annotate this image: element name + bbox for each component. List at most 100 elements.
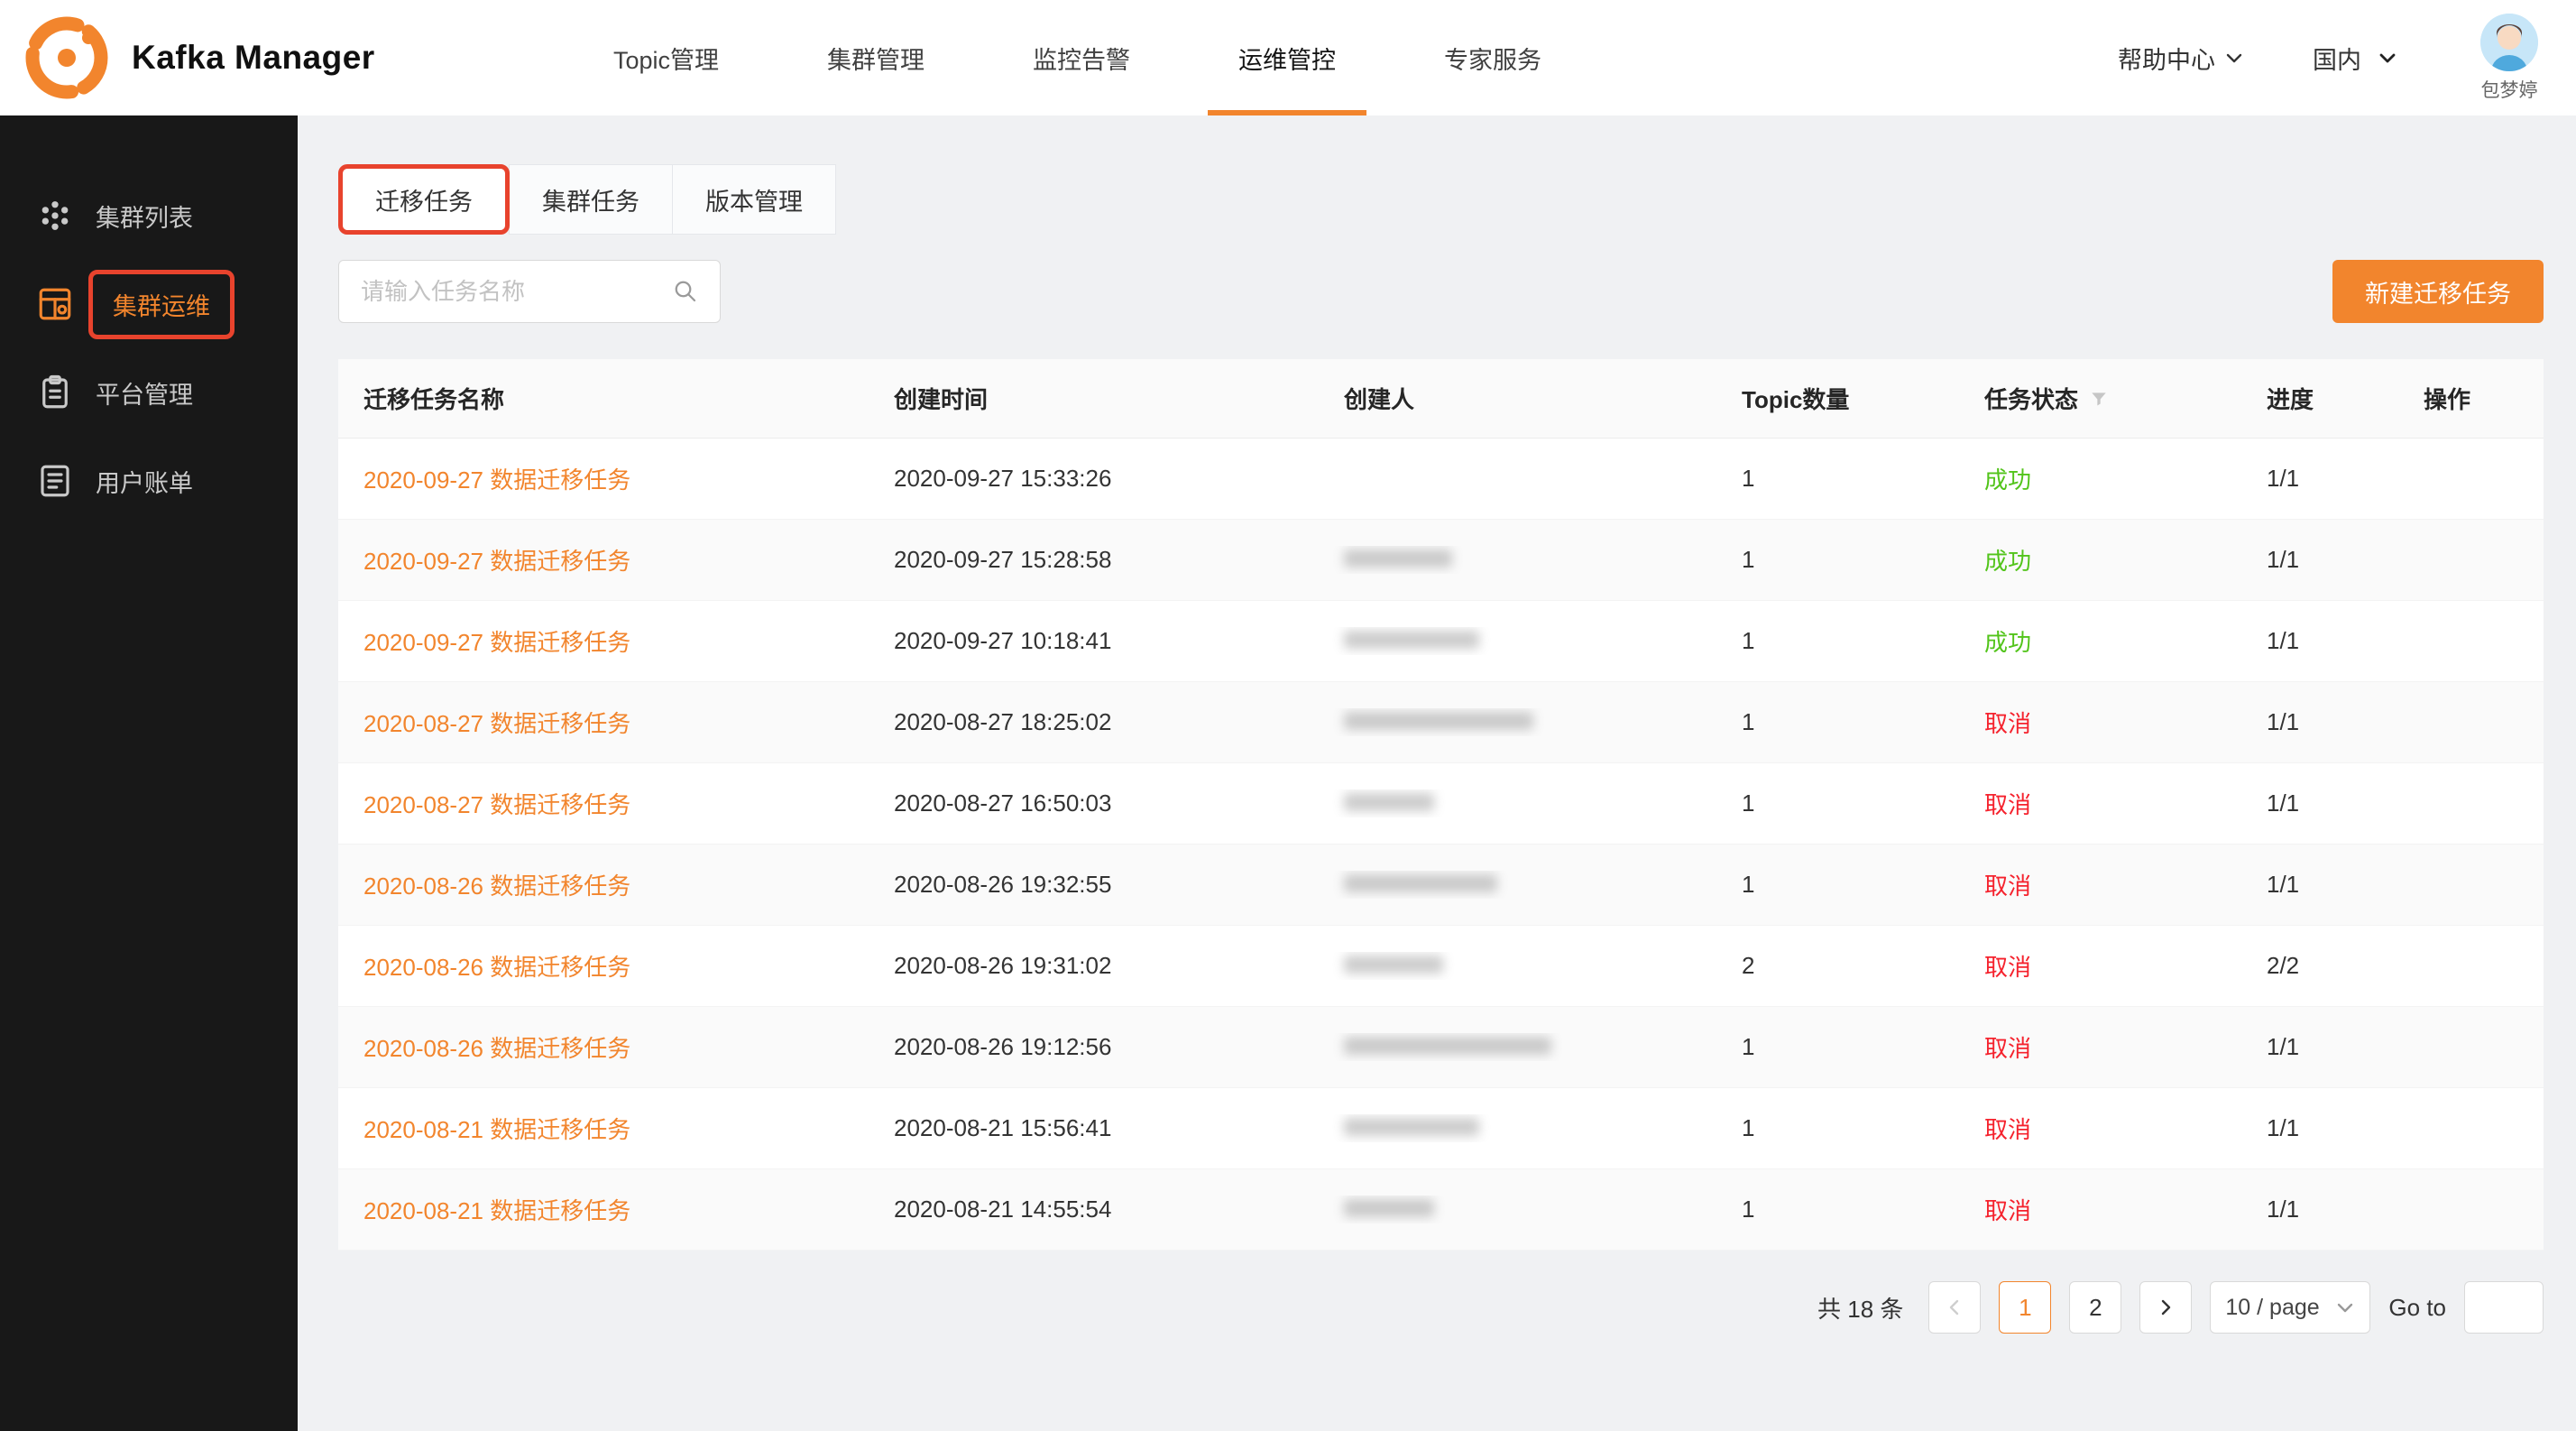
progress-cell: 1/1 [2241, 1196, 2398, 1223]
progress-cell: 2/2 [2241, 952, 2398, 980]
progress-cell: 1/1 [2241, 789, 2398, 817]
nav-monitoring-alerts[interactable]: 监控告警 [979, 0, 1184, 115]
creator-cell [1319, 1033, 1716, 1061]
created-time-cell: 2020-08-27 16:50:03 [869, 789, 1319, 817]
redacted-creator [1344, 1037, 1551, 1055]
table-row: 2020-08-26 数据迁移任务 2020-08-26 19:12:56 1 … [338, 1007, 2544, 1088]
task-name-link[interactable]: 2020-08-26 数据迁移任务 [363, 872, 630, 900]
nav-ops-control[interactable]: 运维管控 [1184, 0, 1390, 115]
region-selector[interactable]: 国内 [2313, 41, 2397, 76]
tab-bar: 迁移任务 集群任务 版本管理 [338, 164, 2544, 235]
task-name-cell: 2020-08-21 数据迁移任务 [338, 1193, 869, 1226]
creator-cell [1319, 627, 1716, 655]
tab-migration-tasks[interactable]: 迁移任务 [338, 164, 510, 235]
status-badge: 成功 [1984, 629, 2031, 656]
status-cell: 成功 [1959, 462, 2241, 495]
column-progress: 进度 [2241, 382, 2398, 415]
page-button-1[interactable]: 1 [1999, 1281, 2051, 1334]
filter-icon[interactable] [2089, 389, 2109, 409]
task-name-link[interactable]: 2020-08-27 数据迁移任务 [363, 791, 630, 818]
topic-count-cell: 1 [1716, 1033, 1959, 1061]
next-page-button[interactable] [2139, 1281, 2192, 1334]
user-menu[interactable]: 包梦婷 [2480, 14, 2538, 103]
status-badge: 成功 [1984, 548, 2031, 575]
region-label: 国内 [2313, 41, 2361, 76]
task-name-link[interactable]: 2020-09-27 数据迁移任务 [363, 548, 630, 575]
chevron-down-icon [2224, 48, 2244, 68]
created-time-cell: 2020-08-26 19:32:55 [869, 871, 1319, 899]
user-name: 包梦婷 [2481, 76, 2538, 103]
table-row: 2020-08-21 数据迁移任务 2020-08-21 15:56:41 1 … [338, 1088, 2544, 1169]
sidebar-item-platform-management[interactable]: 平台管理 [0, 348, 298, 437]
prev-page-button[interactable] [1928, 1281, 1981, 1334]
search-icon[interactable] [672, 278, 699, 305]
topic-count-cell: 1 [1716, 871, 1959, 899]
column-operations: 操作 [2398, 382, 2544, 415]
table-body: 2020-09-27 数据迁移任务 2020-09-27 15:33:26 1 … [338, 439, 2544, 1251]
sidebar: 集群列表 集群运维 平台管理 用户账单 [0, 115, 298, 1431]
task-name-link[interactable]: 2020-09-27 数据迁移任务 [363, 466, 630, 494]
tab-cluster-tasks[interactable]: 集群任务 [509, 164, 673, 235]
table-header-row: 迁移任务名称 创建时间 创建人 Topic数量 任务状态 进度 操作 [338, 359, 2544, 439]
progress-cell: 1/1 [2241, 627, 2398, 655]
task-name-link[interactable]: 2020-08-21 数据迁移任务 [363, 1197, 630, 1224]
column-creator: 创建人 [1319, 382, 1716, 415]
topic-count-cell: 1 [1716, 627, 1959, 655]
sidebar-item-user-billing[interactable]: 用户账单 [0, 437, 298, 525]
create-migration-task-button[interactable]: 新建迁移任务 [2332, 260, 2544, 323]
table-row: 2020-08-27 数据迁移任务 2020-08-27 18:25:02 1 … [338, 682, 2544, 763]
goto-label: Go to [2388, 1294, 2446, 1322]
toolbar: 新建迁移任务 [338, 260, 2544, 323]
nav-topic-management[interactable]: Topic管理 [559, 0, 773, 115]
task-name-link[interactable]: 2020-08-26 数据迁移任务 [363, 954, 630, 981]
status-cell: 取消 [1959, 787, 2241, 820]
nav-cluster-management[interactable]: 集群管理 [773, 0, 979, 115]
topic-count-cell: 1 [1716, 1114, 1959, 1142]
table-row: 2020-09-27 数据迁移任务 2020-09-27 15:33:26 1 … [338, 439, 2544, 520]
table-row: 2020-08-26 数据迁移任务 2020-08-26 19:31:02 2 … [338, 926, 2544, 1007]
table-row: 2020-08-21 数据迁移任务 2020-08-21 14:55:54 1 … [338, 1169, 2544, 1251]
column-task-status-label: 任务状态 [1984, 382, 2078, 415]
created-time-cell: 2020-09-27 10:18:41 [869, 627, 1319, 655]
goto-page-input[interactable] [2464, 1281, 2544, 1334]
status-badge: 取消 [1984, 1116, 2031, 1143]
top-right-area: 帮助中心 国内 包梦婷 [2118, 0, 2576, 115]
table-row: 2020-09-27 数据迁移任务 2020-09-27 15:28:58 1 … [338, 520, 2544, 601]
page-button-2[interactable]: 2 [2069, 1281, 2121, 1334]
created-time-cell: 2020-08-26 19:31:02 [869, 952, 1319, 980]
sidebar-item-cluster-list[interactable]: 集群列表 [0, 171, 298, 260]
search-box [338, 260, 721, 323]
table-row: 2020-08-26 数据迁移任务 2020-08-26 19:32:55 1 … [338, 845, 2544, 926]
page-size-select[interactable]: 10 / page [2210, 1281, 2370, 1334]
topic-count-cell: 1 [1716, 708, 1959, 736]
migration-task-table: 迁移任务名称 创建时间 创建人 Topic数量 任务状态 进度 操作 2020-… [338, 359, 2544, 1251]
help-center-menu[interactable]: 帮助中心 [2118, 41, 2244, 76]
redacted-creator [1344, 712, 1533, 730]
task-name-link[interactable]: 2020-08-26 数据迁移任务 [363, 1035, 630, 1062]
status-badge: 取消 [1984, 710, 2031, 737]
annotation-highlight-box: 集群运维 [88, 270, 235, 339]
app-logo-icon [25, 16, 108, 99]
table-row: 2020-08-27 数据迁移任务 2020-08-27 16:50:03 1 … [338, 763, 2544, 845]
task-name-link[interactable]: 2020-08-27 数据迁移任务 [363, 710, 630, 737]
task-name-cell: 2020-08-26 数据迁移任务 [338, 949, 869, 983]
top-navigation: Topic管理 集群管理 监控告警 运维管控 专家服务 [559, 0, 1596, 115]
billing-icon [36, 462, 74, 500]
ops-icon [36, 285, 74, 323]
progress-cell: 1/1 [2241, 871, 2398, 899]
total-count: 共 18 条 [1817, 1291, 1903, 1325]
topic-count-cell: 1 [1716, 465, 1959, 493]
creator-cell [1319, 1114, 1716, 1142]
status-badge: 取消 [1984, 1035, 2031, 1062]
status-badge: 成功 [1984, 466, 2031, 494]
search-input[interactable] [338, 260, 721, 323]
redacted-creator [1344, 1199, 1434, 1217]
tab-version-management[interactable]: 版本管理 [672, 164, 836, 235]
sidebar-item-cluster-ops[interactable]: 集群运维 [0, 260, 298, 348]
chevron-left-icon [1945, 1297, 1964, 1317]
task-name-link[interactable]: 2020-08-21 数据迁移任务 [363, 1116, 630, 1143]
nav-expert-service[interactable]: 专家服务 [1390, 0, 1596, 115]
task-name-link[interactable]: 2020-09-27 数据迁移任务 [363, 629, 630, 656]
status-cell: 成功 [1959, 543, 2241, 577]
redacted-creator [1344, 874, 1497, 892]
